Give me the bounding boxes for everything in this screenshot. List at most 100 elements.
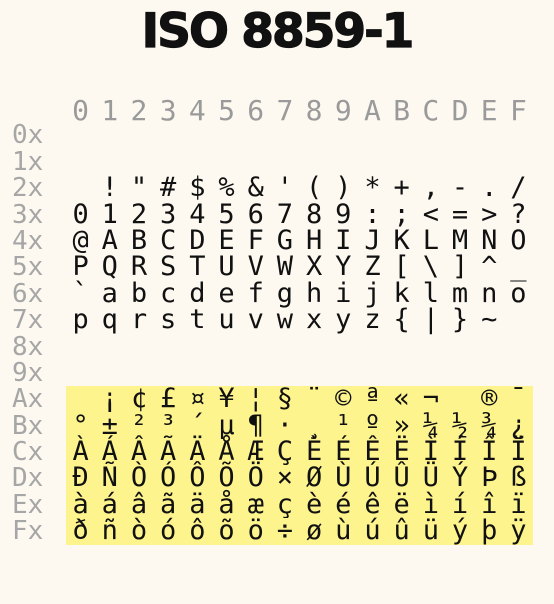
char-cell: < [422,198,439,230]
char-cell: s [160,304,177,336]
char-cell: Ù [328,464,358,492]
char-cell: ò [124,517,154,545]
char-cell [183,122,212,148]
char-cell: - [451,172,469,204]
row-header: 2x [12,173,44,204]
char-cell: Q [101,251,118,283]
row-header: Fx [12,516,44,547]
char-cell: ¦ [241,385,271,413]
char-cell: p [72,304,89,336]
char-cell: ( [305,172,323,204]
char-cell: U [218,251,235,283]
char-cell: Ó [153,464,183,492]
char-cell: z [364,304,381,336]
char-cell [95,122,124,148]
row-header: Ax [12,384,44,415]
char-cell: y [335,304,352,336]
char-cell: ¡ [95,385,125,413]
char-cell [475,334,504,360]
char-cell [66,122,95,148]
char-cell: 4 [189,198,206,230]
char-cell: \ [422,251,439,283]
char-cell: V [247,251,264,283]
char-cell [416,122,445,148]
char-cell: u [218,304,235,336]
char-cell [300,122,329,148]
char-cell [154,122,183,148]
char-cell: > [481,198,498,230]
row-header: Ex [12,489,44,520]
char-cell: 2 [130,198,148,230]
char-cell: ö [241,517,271,545]
row-header: Dx [12,463,44,494]
char-cell: * [364,172,381,204]
char-cell [95,334,124,360]
char-cell: « [387,385,417,413]
row-header: 0x [12,120,44,151]
char-cell: Û [387,464,417,492]
char-cell: × [270,464,300,492]
char-cell: ? [510,198,527,230]
char-cell [387,334,416,360]
char-cell: þ [474,517,504,545]
char-cell [212,122,241,148]
char-cell: v [247,304,264,336]
char-cell: 1 [101,198,118,230]
char-cell [241,122,270,148]
char-cell [387,122,416,148]
char-cell: ' [276,172,294,204]
char-cell: ® [474,385,504,413]
char-cell: ^ [481,251,498,283]
char-cell: { [393,304,410,336]
char-cell: ] [451,251,469,283]
char-cell: } [451,304,469,336]
char-cell [329,122,358,148]
char-cell [445,334,474,360]
char-cell: # [160,172,177,204]
char-cell: 8 [305,198,323,230]
char-cell: ª [357,385,388,413]
char-cell: ! [101,172,118,204]
char-cell [300,334,329,360]
char-cell: õ [211,517,242,545]
char-cell: x [305,304,323,336]
char-cell [358,122,387,148]
char-cell [475,122,504,148]
char-cell [504,307,533,333]
char-cell: S [160,251,177,283]
char-cell: r [130,304,148,336]
char-cell [66,334,95,360]
char-cell: ¯ [503,385,533,413]
row-header: 9x [12,357,44,388]
char-cell: § [270,385,300,413]
char-cell: ~ [481,304,498,336]
char-cell: 7 [276,198,294,230]
char-cell: Ò [124,464,154,492]
char-cell: Ñ [95,464,125,492]
char-cell: 0 [72,198,89,230]
char-cell: R [130,251,148,283]
char-cell: = [451,198,469,230]
char-cell: " [130,172,148,204]
char-cell: : [364,198,381,230]
char-cell [416,334,445,360]
char-cell: £ [153,385,183,413]
row-header: 4x [12,225,44,256]
char-cell [445,360,474,386]
char-cell: Y [335,251,352,283]
char-cell: ð [66,517,96,545]
char-cell [124,122,153,148]
char-cell: Ð [66,464,96,492]
char-cell: / [510,172,527,204]
char-cell: + [393,172,410,204]
char-cell: Z [364,251,381,283]
char-cell [329,334,358,360]
row-header: 6x [12,278,44,309]
row-header: 1x [12,146,44,177]
char-cell: [ [393,251,410,283]
char-cell [66,175,95,201]
char-cell: 9 [335,198,352,230]
char-cell: ó [153,517,183,545]
char-cell: ñ [95,517,125,545]
char-cell [504,334,533,360]
